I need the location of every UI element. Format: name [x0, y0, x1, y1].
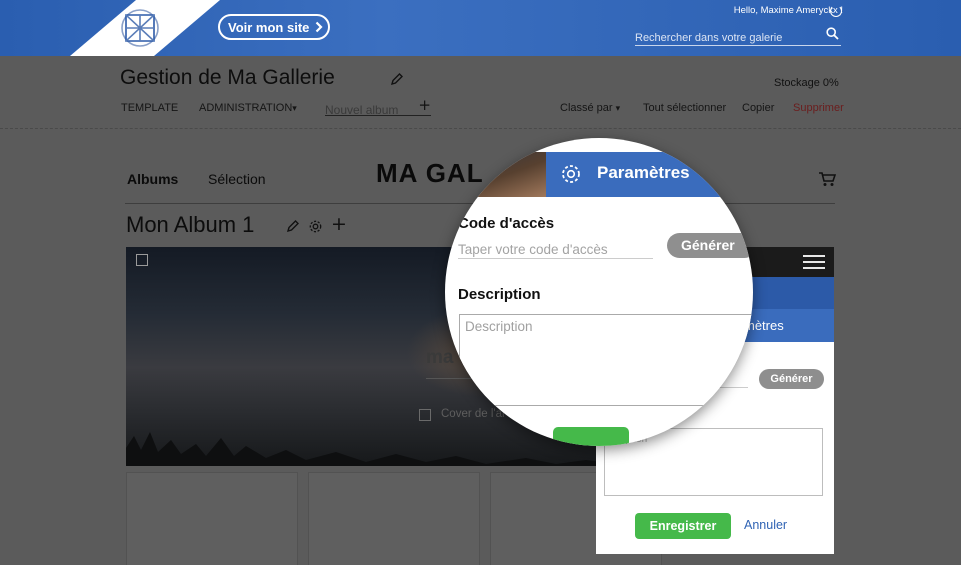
side-generate-button[interactable]: Générer	[759, 369, 824, 389]
top-bar: Voir mon site Hello, Maxime Ameryckx !	[0, 0, 961, 56]
cancel-button[interactable]: Annuler	[744, 518, 787, 532]
chevron-down-icon: ▾	[615, 103, 621, 113]
lens-params-label: Paramètres	[597, 163, 690, 182]
delete-link[interactable]: Supprimer	[793, 102, 844, 114]
logo-icon[interactable]	[118, 5, 162, 51]
lens-photo-strip	[445, 152, 546, 197]
page-title: Gestion de Ma Gallerie	[120, 66, 335, 89]
add-album-icon[interactable]: +	[418, 96, 431, 114]
nav-administration-label: ADMINISTRATION	[199, 102, 293, 114]
nav-template[interactable]: TEMPLATE	[121, 102, 178, 114]
photo-thumbnail[interactable]	[308, 472, 480, 565]
sort-label: Classé par	[560, 102, 613, 114]
new-album-input[interactable]	[325, 103, 417, 117]
search-icon[interactable]	[826, 27, 839, 40]
album-settings-icon[interactable]	[308, 219, 323, 234]
add-photo-icon[interactable]: +	[331, 213, 347, 235]
photo-thumbnail[interactable]	[126, 472, 298, 565]
chevron-right-icon	[316, 21, 323, 33]
storage-indicator: Stockage 0%	[774, 77, 839, 89]
sort-dropdown[interactable]: Classé par ▾	[560, 102, 620, 114]
cover-label: Cover de l'al	[441, 408, 505, 420]
chevron-down-icon: ▾	[292, 103, 297, 113]
access-code-input[interactable]	[458, 242, 653, 257]
description-textarea[interactable]	[459, 314, 753, 406]
copy-link[interactable]: Copier	[742, 102, 774, 114]
tab-selection[interactable]: Sélection	[208, 171, 266, 187]
select-album-checkbox[interactable]	[136, 254, 148, 266]
view-site-label: Voir mon site	[228, 19, 310, 35]
access-code-field	[458, 239, 653, 259]
edit-title-icon[interactable]	[390, 72, 404, 86]
access-code-label: Code d'accès	[458, 215, 555, 232]
tab-albums[interactable]: Albums	[127, 171, 178, 187]
gear-icon	[562, 165, 580, 183]
save-button[interactable]: Enregistrer	[635, 513, 731, 539]
album-title: Mon Album 1	[126, 212, 255, 237]
hamburger-menu-icon[interactable]	[803, 255, 825, 273]
generate-button[interactable]: Générer	[667, 233, 753, 258]
magnifier-lens: Paramètres Code d'accès Générer Descript…	[445, 138, 753, 446]
cart-icon[interactable]	[818, 171, 836, 187]
lens-save-button[interactable]	[553, 427, 629, 446]
nav-administration[interactable]: ADMINISTRATION▾	[199, 102, 297, 114]
album-name-field[interactable]: ma	[426, 347, 453, 369]
view-site-button[interactable]: Voir mon site	[218, 14, 330, 40]
edit-album-icon[interactable]	[286, 219, 300, 233]
search-bar	[635, 26, 841, 47]
search-input[interactable]	[635, 29, 820, 47]
description-label: Description	[458, 286, 541, 303]
logout-icon[interactable]	[830, 5, 842, 17]
divider	[0, 128, 961, 129]
select-all-link[interactable]: Tout sélectionner	[643, 102, 726, 114]
user-greeting: Hello, Maxime Ameryckx !	[733, 5, 843, 16]
new-album-field: +	[325, 96, 431, 117]
cover-checkbox[interactable]	[419, 409, 431, 421]
